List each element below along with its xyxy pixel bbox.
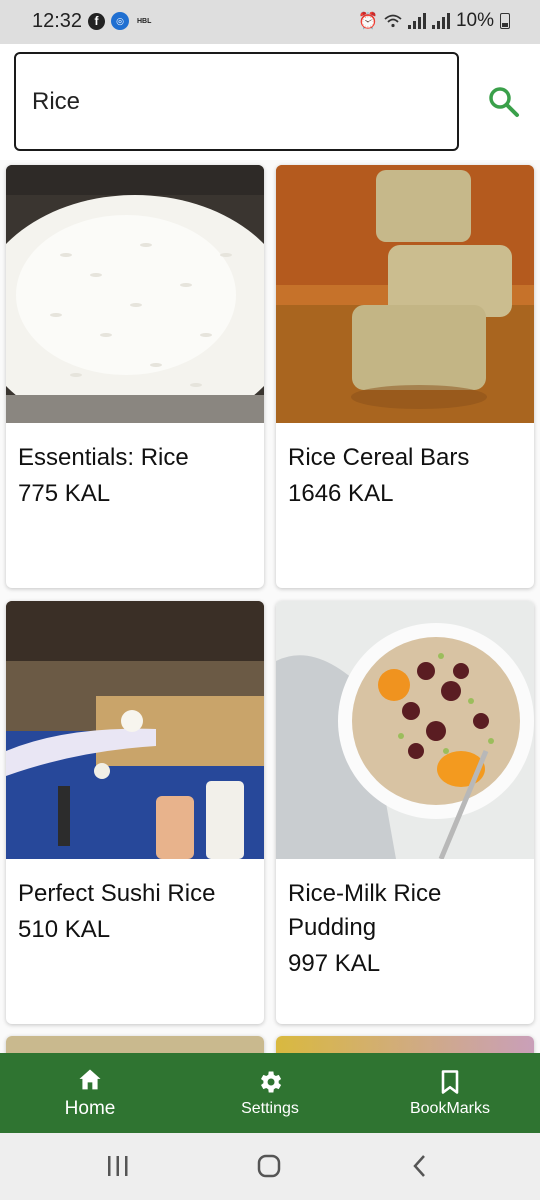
recipe-calories: 775 KAL	[18, 480, 111, 507]
wifi-icon	[384, 14, 402, 28]
signal-icon	[407, 13, 426, 29]
signal-icon-2	[431, 13, 450, 29]
system-navigation-bar	[0, 1133, 540, 1200]
app-notification-icon: ◎	[111, 12, 129, 30]
facebook-icon: f	[88, 12, 105, 30]
battery-icon	[500, 13, 510, 29]
battery-percent: 10%	[455, 10, 494, 31]
status-time: 12:32	[32, 10, 83, 32]
back-button[interactable]	[400, 1151, 440, 1181]
hbl-label: HBL	[137, 17, 152, 25]
nav-settings[interactable]: Settings	[180, 1053, 360, 1133]
recipe-title: Rice Cereal Bars	[288, 444, 470, 471]
search-icon	[489, 87, 519, 117]
recipe-image-partial	[6, 1036, 264, 1053]
nav-bookmarks[interactable]: BookMarks	[360, 1053, 540, 1133]
recipe-card[interactable]: Essentials: Rice 775 KAL	[6, 165, 264, 588]
recipe-card[interactable]: Rice Cereal Bars 1646 KAL	[276, 165, 534, 588]
bottom-navigation: Home Settings BookMarks	[0, 1053, 540, 1133]
recipe-image-sushi-rice	[6, 601, 264, 859]
recipe-card[interactable]: Rice-Milk Rice Pudding 997 KAL	[276, 601, 534, 1024]
recent-apps-button[interactable]	[98, 1151, 138, 1181]
alarm-icon: ⏰	[358, 13, 378, 30]
gear-icon	[261, 1071, 282, 1093]
recipe-card[interactable]: Perfect Sushi Rice 510 KAL	[6, 601, 264, 1024]
nav-home-label: Home	[64, 1098, 116, 1119]
recipe-calories: 997 KAL	[288, 950, 381, 977]
status-indicators: ⏰ 10%	[358, 10, 510, 32]
home-circle-icon	[257, 1154, 281, 1178]
recipe-calories: 1646 KAL	[288, 480, 394, 507]
bookmark-icon	[441, 1070, 459, 1094]
recipe-calories: 510 KAL	[18, 916, 111, 943]
recipe-card-partial[interactable]	[6, 1036, 264, 1053]
recipe-image-rice	[6, 165, 264, 423]
home-system-button[interactable]	[249, 1151, 289, 1181]
search-input[interactable]	[32, 87, 457, 116]
recipe-card-partial[interactable]	[276, 1036, 534, 1053]
search-field[interactable]	[14, 52, 459, 151]
recipe-title: Perfect Sushi Rice	[18, 880, 216, 907]
nav-home[interactable]: Home	[0, 1053, 180, 1133]
home-icon	[79, 1069, 101, 1090]
nav-settings-label: Settings	[241, 1100, 299, 1117]
recipe-image-rice-pudding	[276, 601, 534, 859]
recipe-image-partial	[276, 1036, 534, 1053]
back-icon	[413, 1155, 425, 1177]
recent-apps-icon	[108, 1156, 128, 1176]
status-bar: 12:32 f ◎ HBL ⏰ 10%	[0, 0, 540, 44]
search-button[interactable]	[486, 84, 522, 120]
notification-icons: f ◎ HBL	[88, 12, 151, 30]
recipe-title: Essentials: Rice	[18, 444, 189, 471]
nav-bookmarks-label: BookMarks	[409, 1100, 491, 1117]
search-bar	[0, 44, 540, 160]
recipe-title: Rice-Milk Rice Pudding	[288, 880, 442, 941]
recipe-grid: Essentials: Rice 775 KAL Rice Cereal Bar…	[0, 160, 540, 1053]
recipe-image-cereal-bars	[276, 165, 534, 423]
